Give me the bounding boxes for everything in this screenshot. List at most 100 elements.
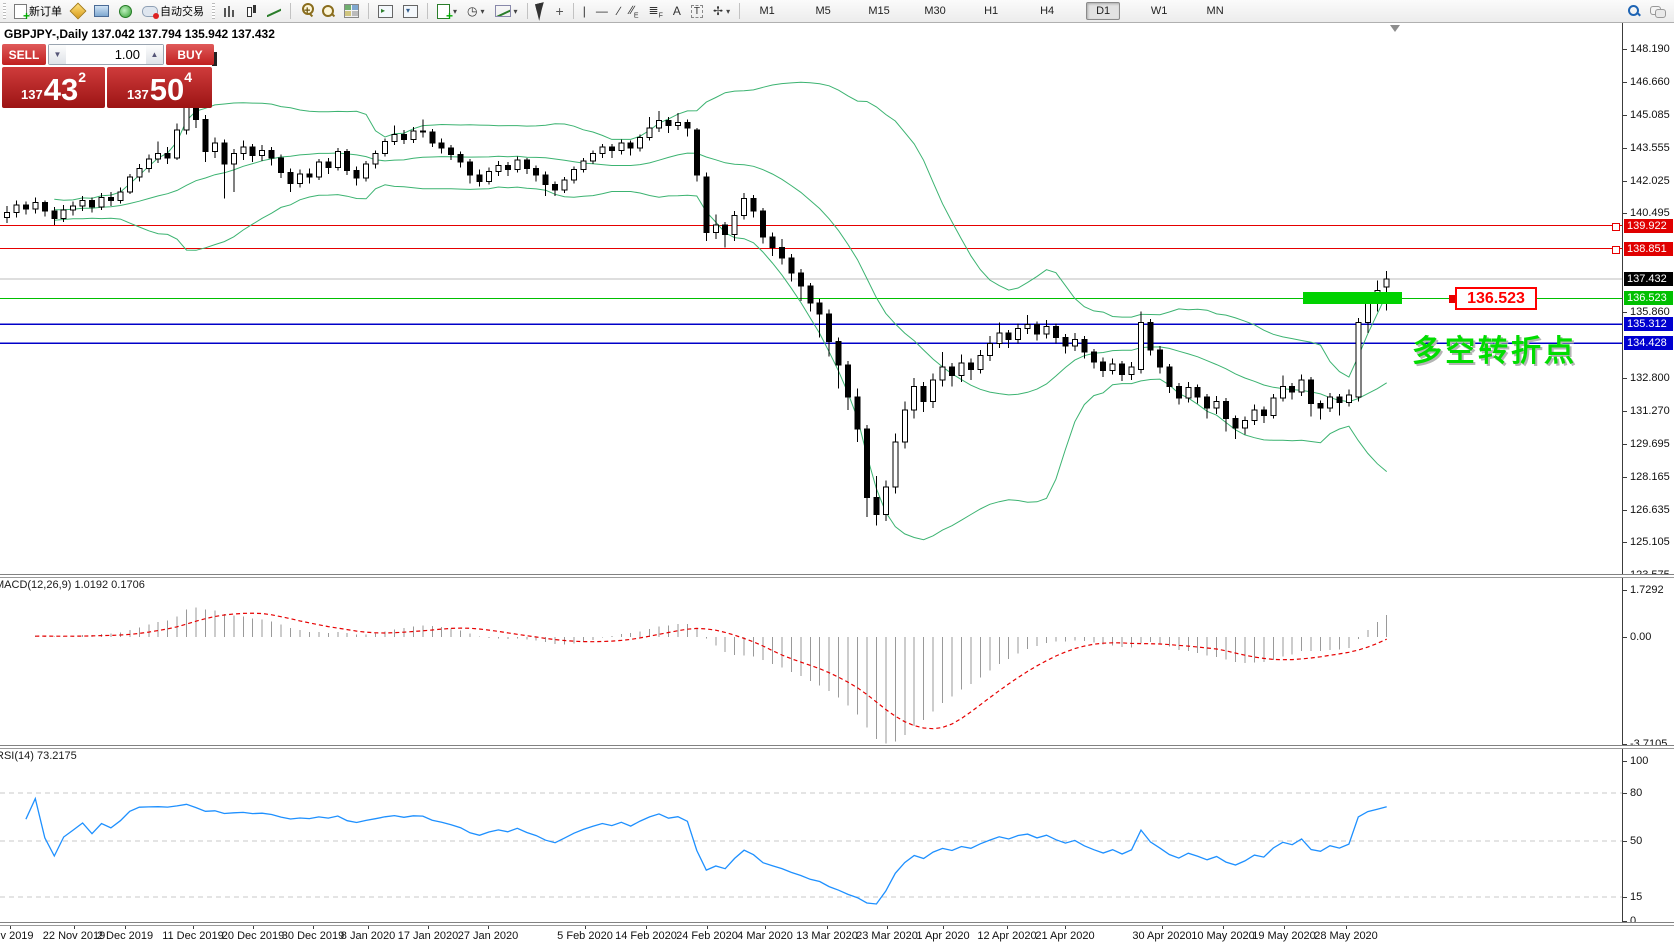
timeframe-d1[interactable]: D1 xyxy=(1086,2,1120,20)
volume-input[interactable]: 1.00 xyxy=(66,45,146,64)
price-tick-label: 143.555 xyxy=(1630,142,1670,154)
buy-price-small: 137 xyxy=(127,87,149,102)
rsi-label: RSI(14) 73.2175 xyxy=(0,750,77,762)
sell-price-sup: 2 xyxy=(78,69,86,85)
search-icon xyxy=(1628,5,1640,17)
price-tick-label: 142.025 xyxy=(1630,175,1670,187)
buy-button[interactable]: BUY xyxy=(166,44,214,65)
date-label: 8 Jan 2020 xyxy=(341,930,395,942)
price-tick-label: 125.105 xyxy=(1630,536,1670,548)
zoom-out-button[interactable] xyxy=(317,0,339,22)
signals-icon xyxy=(119,5,132,18)
line-chart-button[interactable] xyxy=(262,0,286,22)
one-click-trading-panel: SELL ▼ 1.00 ▲ BUY 137 43 2 137 50 4 xyxy=(2,44,214,108)
date-axis[interactable]: Nov 201922 Nov 20192 Dec 201911 Dec 2019… xyxy=(0,925,1674,944)
new-order-button[interactable]: 新订单 xyxy=(9,0,67,22)
template-icon xyxy=(495,5,511,17)
timeframe-m15[interactable]: M15 xyxy=(862,2,896,20)
price-tick-label: 140.495 xyxy=(1630,207,1670,219)
fibonacci-button[interactable]: ≣F xyxy=(644,0,668,22)
horizontal-line-button[interactable]: — xyxy=(591,0,613,22)
resistance-2-handle[interactable] xyxy=(1612,246,1620,254)
date-label: 30 Apr 2020 xyxy=(1132,930,1191,942)
channel-button[interactable]: ∕∕E xyxy=(625,0,644,22)
text-icon: A xyxy=(673,4,681,18)
price-tick-label: 128.165 xyxy=(1630,471,1670,483)
date-label: 22 Nov 2019 xyxy=(43,930,105,942)
price-tick xyxy=(1623,115,1627,116)
chart-shift-marker[interactable] xyxy=(1390,25,1400,32)
date-label: 12 Apr 2020 xyxy=(977,930,1036,942)
price-tick xyxy=(1623,213,1627,214)
autotrading-label: 自动交易 xyxy=(160,3,204,19)
price-axis[interactable] xyxy=(1622,23,1623,922)
chart-shift-icon xyxy=(403,5,418,18)
periods-button[interactable]: ◷▾ xyxy=(462,0,490,22)
timeframe-h1[interactable]: H1 xyxy=(974,2,1008,20)
search-button[interactable] xyxy=(1623,0,1645,22)
candlestick-chart-button[interactable] xyxy=(240,0,262,22)
date-label: Nov 2019 xyxy=(0,930,34,942)
rsi-panel[interactable] xyxy=(0,748,1622,922)
price-callout-box[interactable]: 136.523 xyxy=(1455,287,1537,310)
tile-windows-icon xyxy=(344,4,359,18)
price-tick-label: 148.190 xyxy=(1630,43,1670,55)
text-button[interactable]: A xyxy=(668,0,686,22)
arrows-icon: ✢ xyxy=(713,4,723,18)
zoom-in-icon xyxy=(300,5,312,17)
tile-windows-button[interactable] xyxy=(339,0,364,22)
autotrading-button[interactable]: 自动交易 xyxy=(137,0,209,22)
price-tick xyxy=(1623,510,1627,511)
auto-arrange-button[interactable] xyxy=(373,0,398,22)
trendline-button[interactable]: ∕ xyxy=(613,0,625,22)
crosshair-button[interactable]: + xyxy=(551,0,569,22)
price-tick xyxy=(1623,82,1627,83)
cursor-icon xyxy=(535,2,548,21)
new-order-label: 新订单 xyxy=(29,3,62,19)
resistance-1-handle[interactable] xyxy=(1612,223,1620,231)
bar-chart-button[interactable] xyxy=(218,0,240,22)
text-label-button[interactable]: T xyxy=(686,0,708,22)
sell-price-box[interactable]: 137 43 2 xyxy=(2,67,105,108)
date-label: 20 Dec 2019 xyxy=(222,930,284,942)
cursor-button[interactable] xyxy=(532,0,551,22)
support-1-price-tag: 135.312 xyxy=(1624,317,1673,331)
sell-price-big: 43 xyxy=(44,75,78,105)
price-tick xyxy=(1623,477,1627,478)
date-label: 10 May 2020 xyxy=(1191,930,1255,942)
price-tick xyxy=(1623,312,1627,313)
metaeditor-button[interactable] xyxy=(67,0,89,22)
autotrading-icon xyxy=(142,6,158,17)
price-tick-label: 132.800 xyxy=(1630,372,1670,384)
price-tick-label: 131.270 xyxy=(1630,405,1670,417)
timeframe-mn[interactable]: MN xyxy=(1198,2,1232,20)
date-label: 5 Feb 2020 xyxy=(557,930,613,942)
fibonacci-icon: ≣F xyxy=(649,3,663,19)
signals-button[interactable] xyxy=(114,0,137,22)
timeframe-w1[interactable]: W1 xyxy=(1142,2,1176,20)
add-indicator-button[interactable]: ▾ xyxy=(432,0,462,22)
buy-price-box[interactable]: 137 50 4 xyxy=(107,67,212,108)
chat-button[interactable] xyxy=(1645,0,1670,22)
arrows-button[interactable]: ✢▾ xyxy=(708,0,735,22)
timeframe-m30[interactable]: M30 xyxy=(918,2,952,20)
chart-shift-button[interactable] xyxy=(398,0,423,22)
volume-up-button[interactable]: ▲ xyxy=(146,45,163,64)
data-window-button[interactable] xyxy=(89,0,114,22)
current-price-price-tag: 137.432 xyxy=(1624,272,1673,286)
highlight-rectangle-object[interactable] xyxy=(1303,292,1402,304)
date-label: 23 Mar 2020 xyxy=(856,930,918,942)
templates-button[interactable]: ▾ xyxy=(490,0,523,22)
timeframe-m5[interactable]: M5 xyxy=(806,2,840,20)
zoom-in-button[interactable] xyxy=(295,0,317,22)
macd-panel[interactable] xyxy=(0,577,1622,745)
add-indicator-icon xyxy=(437,4,450,19)
timeframe-m1[interactable]: M1 xyxy=(750,2,784,20)
toolbar: 新订单 自动交易 ▾ ◷▾ ▾ + | — ∕ ∕∕E xyxy=(0,0,1674,23)
volume-down-button[interactable]: ▼ xyxy=(49,45,66,64)
timeframe-h4[interactable]: H4 xyxy=(1030,2,1064,20)
date-label: 4 Mar 2020 xyxy=(737,930,793,942)
vertical-line-button[interactable]: | xyxy=(578,0,591,22)
sell-button[interactable]: SELL xyxy=(2,44,46,65)
annotation-text[interactable]: 多空转折点 xyxy=(1412,326,1577,370)
